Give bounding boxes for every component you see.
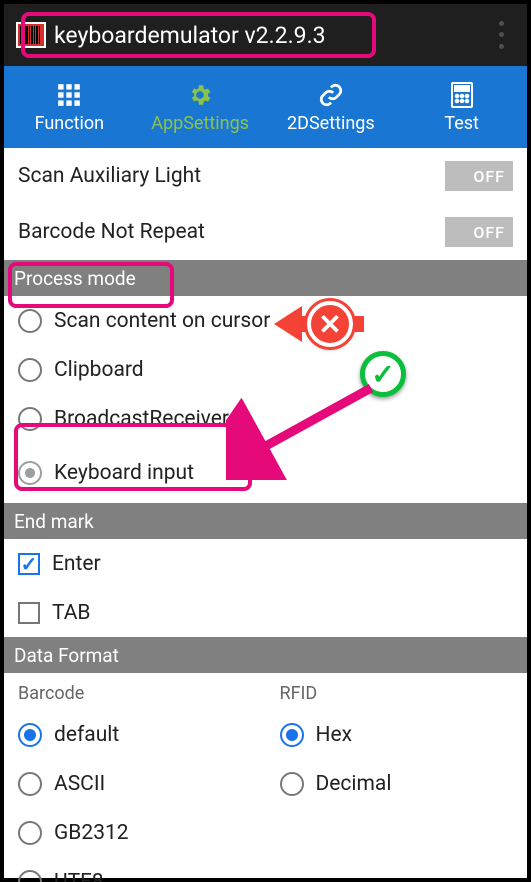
radio-icon xyxy=(18,309,42,333)
option-tab[interactable]: TAB xyxy=(4,588,527,637)
radio-icon xyxy=(18,461,42,485)
option-label: Clipboard xyxy=(54,358,144,382)
setting-label: Scan Auxiliary Light xyxy=(18,164,201,188)
option-label: Enter xyxy=(52,552,101,576)
section-title: Data Format xyxy=(14,644,119,667)
toggle-state: OFF xyxy=(473,223,505,242)
section-process-mode: Process mode xyxy=(4,260,527,296)
tab-label: 2DSettings xyxy=(287,113,375,134)
option-label: UTF8 xyxy=(54,870,104,882)
section-data-format: Data Format xyxy=(4,637,527,673)
radio-icon xyxy=(18,870,42,882)
tab-label: Function xyxy=(35,113,105,134)
radio-icon xyxy=(280,772,304,796)
title-bar: keyboardemulator v2.2.9.3 xyxy=(4,4,527,66)
app-title: keyboardemulator v2.2.9.3 xyxy=(54,22,326,49)
option-broadcast[interactable]: BroadcastReceiver xyxy=(4,394,527,443)
radio-icon xyxy=(18,358,42,382)
radio-icon xyxy=(18,723,42,747)
option-label: Keyboard input xyxy=(54,461,194,485)
tab-bar: Function AppSettings 2DSettings Test xyxy=(4,66,527,148)
option-label: default xyxy=(54,723,119,747)
section-end-mark: End mark xyxy=(4,503,527,539)
calculator-icon xyxy=(448,81,476,109)
overflow-menu-icon[interactable] xyxy=(489,18,513,52)
setting-label: Barcode Not Repeat xyxy=(18,220,205,244)
tab-function[interactable]: Function xyxy=(4,66,135,148)
option-rfid-decimal[interactable]: Decimal xyxy=(266,759,528,808)
setting-scan-aux-light: Scan Auxiliary Light OFF xyxy=(4,148,527,204)
toggle-state: OFF xyxy=(473,167,505,186)
tab-appsettings[interactable]: AppSettings xyxy=(135,66,266,148)
tab-test[interactable]: Test xyxy=(396,66,527,148)
checkbox-icon xyxy=(18,553,40,575)
tab-2dsettings[interactable]: 2DSettings xyxy=(266,66,397,148)
option-label: Hex xyxy=(316,723,353,747)
option-enter[interactable]: Enter xyxy=(4,539,527,588)
column-barcode: Barcode default ASCII GB2312 UTF8 xyxy=(4,673,266,882)
checkbox-icon xyxy=(18,602,40,624)
option-label: GB2312 xyxy=(54,821,129,845)
gear-icon xyxy=(186,81,214,109)
option-barcode-utf8[interactable]: UTF8 xyxy=(4,857,266,882)
option-barcode-default[interactable]: default xyxy=(4,710,266,759)
tab-label: AppSettings xyxy=(151,113,249,134)
data-format-columns: Barcode default ASCII GB2312 UTF8 RFID H… xyxy=(4,673,527,882)
radio-icon xyxy=(280,723,304,747)
option-scan-cursor[interactable]: Scan content on cursor xyxy=(4,296,527,345)
option-keyboard-input[interactable]: Keyboard input xyxy=(4,443,527,503)
toggle-barcode-not-repeat[interactable]: OFF xyxy=(445,217,513,247)
option-label: Decimal xyxy=(316,772,392,796)
option-label: ASCII xyxy=(54,772,105,796)
setting-barcode-not-repeat: Barcode Not Repeat OFF xyxy=(4,204,527,260)
option-label: BroadcastReceiver xyxy=(54,407,229,431)
option-barcode-gb2312[interactable]: GB2312 xyxy=(4,808,266,857)
radio-icon xyxy=(18,821,42,845)
radio-icon xyxy=(18,772,42,796)
toggle-scan-aux-light[interactable]: OFF xyxy=(445,161,513,191)
column-header-barcode: Barcode xyxy=(4,673,266,710)
option-rfid-hex[interactable]: Hex xyxy=(266,710,528,759)
radio-icon xyxy=(18,407,42,431)
section-title: Process mode xyxy=(14,267,136,290)
option-label: Scan content on cursor xyxy=(54,309,270,333)
grid-icon xyxy=(55,81,83,109)
option-label: TAB xyxy=(52,601,91,625)
section-title: End mark xyxy=(14,510,94,533)
option-clipboard[interactable]: Clipboard xyxy=(4,345,527,394)
option-barcode-ascii[interactable]: ASCII xyxy=(4,759,266,808)
barcode-icon xyxy=(16,22,46,48)
link-icon xyxy=(317,81,345,109)
tab-label: Test xyxy=(444,113,479,134)
column-rfid: RFID Hex Decimal xyxy=(266,673,528,882)
column-header-rfid: RFID xyxy=(266,673,528,710)
